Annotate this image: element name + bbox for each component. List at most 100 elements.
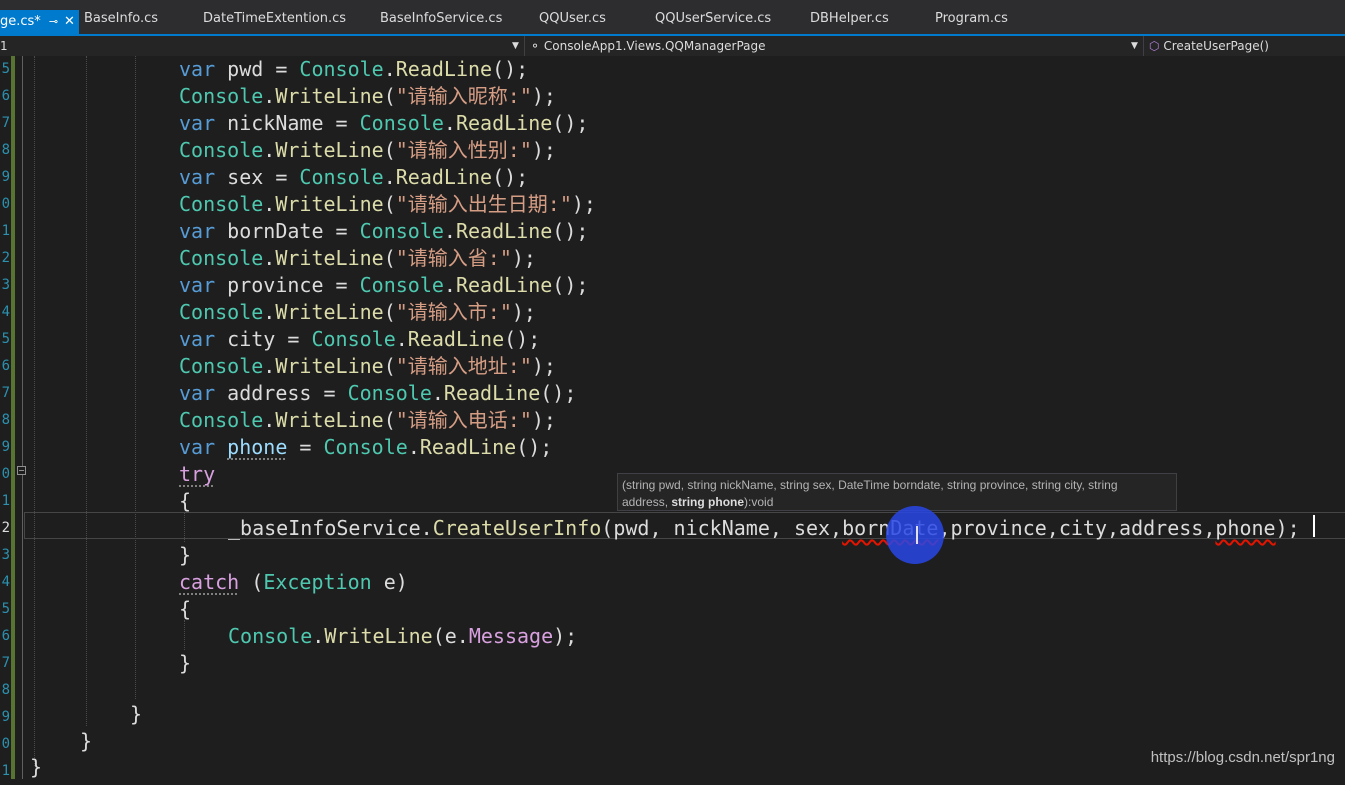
parameter-info-tooltip: (string pwd, string nickName, string sex…	[617, 473, 1177, 511]
code-line: var province = Console.ReadLine();	[179, 272, 588, 299]
code-line: Console.WriteLine("请输入出生日期:");	[179, 191, 596, 218]
tab-datetimeextention[interactable]: DateTimeExtention.cs	[203, 6, 346, 32]
brace: {	[179, 597, 192, 621]
change-indicator	[11, 515, 15, 542]
type-name: Console	[299, 165, 384, 189]
keyword: catch	[179, 570, 240, 594]
type-name: Console	[179, 246, 264, 270]
code-line: Console.WriteLine("请输入电话:");	[179, 407, 556, 434]
type-name: Console	[323, 435, 408, 459]
line-number: 7	[1, 115, 10, 131]
keyword: var	[179, 219, 216, 243]
line-number: 9	[1, 169, 10, 185]
code-line: try	[179, 461, 215, 488]
code-line: }	[130, 701, 142, 728]
tab-qquser[interactable]: QQUser.cs	[539, 6, 606, 32]
property-name: Message	[468, 624, 554, 648]
code-line: var bornDate = Console.ReadLine();	[179, 218, 588, 245]
tab-qqmanagerpage[interactable]: ge.cs* ⊸ ✕	[0, 10, 79, 34]
code-text: (	[383, 354, 396, 378]
brace: }	[80, 729, 93, 753]
tab-label: QQUser.cs	[539, 11, 606, 26]
type-name: Console	[311, 327, 396, 351]
type-name: Console	[179, 84, 264, 108]
tab-qquserservice[interactable]: QQUserService.cs	[655, 6, 771, 32]
code-editor[interactable]: 5 6 7 8 9 0 1 2 3 4 5 6 7 8 9 0 1 2 3 4 …	[0, 56, 1345, 779]
code-line: var city = Console.ReadLine();	[179, 326, 540, 353]
fold-line	[22, 475, 23, 779]
brace: }	[30, 755, 43, 779]
line-number: 2	[1, 250, 10, 266]
code-line: var address = Console.ReadLine();	[179, 380, 576, 407]
code-text: .	[420, 516, 433, 540]
type-name: Console	[347, 381, 432, 405]
code-text: ();	[492, 165, 529, 189]
indent-guide	[86, 56, 87, 726]
class-dropdown[interactable]: ⚬ ConsoleApp1.Views.QQManagerPage	[530, 36, 1142, 56]
code-text: .	[443, 111, 456, 135]
code-text: );	[511, 246, 536, 270]
tab-label: DBHelper.cs	[810, 11, 889, 26]
code-text: );	[553, 624, 578, 648]
member-dropdown[interactable]: ⬡ CreateUserPage()	[1149, 36, 1339, 56]
code-text: sex =	[215, 165, 300, 189]
document-tab-bar: ge.cs* ⊸ ✕ BaseInfo.cs DateTimeExtention.c…	[0, 0, 1345, 36]
keyword: var	[179, 327, 216, 351]
method-name: WriteLine	[275, 354, 384, 378]
divider	[524, 36, 525, 56]
type-name: Console	[179, 192, 264, 216]
collapse-icon[interactable]	[17, 466, 26, 475]
method-name: ReadLine	[455, 111, 553, 135]
code-text: .	[443, 219, 456, 243]
type-name: Console	[228, 624, 313, 648]
line-number: 4	[1, 574, 10, 590]
code-text: pwd =	[215, 57, 300, 81]
close-icon[interactable]: ✕	[64, 14, 75, 29]
tab-program[interactable]: Program.cs	[935, 6, 1008, 32]
pin-icon[interactable]: ⊸	[49, 15, 58, 28]
project-label: 1	[0, 39, 8, 53]
tab-baseinfoservice[interactable]: BaseInfoService.cs	[380, 6, 502, 32]
method-name: ReadLine	[395, 165, 493, 189]
code-text: .	[263, 192, 276, 216]
project-dropdown[interactable]: 1	[0, 36, 522, 56]
chevron-down-icon[interactable]: ▼	[512, 36, 519, 56]
tab-dbhelper[interactable]: DBHelper.cs	[810, 6, 889, 32]
line-number: 0	[1, 736, 10, 752]
line-number: 2	[1, 520, 10, 536]
code-text: );	[531, 84, 556, 108]
code-text: .	[443, 273, 456, 297]
line-number: 7	[1, 655, 10, 671]
tooltip-line: (string pwd, string nickName, string sex…	[622, 478, 1118, 492]
code-line: Console.WriteLine("请输入地址:");	[179, 353, 556, 380]
method-name: ReadLine	[395, 57, 493, 81]
code-text: (	[239, 570, 264, 594]
line-number: 9	[1, 709, 10, 725]
tooltip-line: address, string phone):void	[622, 494, 1172, 511]
string-literal: "请输入电话:"	[395, 408, 532, 432]
indent-guide	[34, 56, 35, 766]
code-text: ();	[504, 327, 541, 351]
navigation-bar: 1 ▼ ⚬ ConsoleApp1.Views.QQManagerPage ▼ …	[0, 36, 1345, 56]
method-name: WriteLine	[275, 408, 384, 432]
ibeam-cursor-icon	[916, 526, 918, 544]
code-text: .	[263, 246, 276, 270]
method-name: ReadLine	[455, 219, 553, 243]
tab-label: BaseInfoService.cs	[380, 11, 503, 26]
brace: {	[179, 489, 192, 513]
code-text: ,province,city,address,	[938, 516, 1216, 540]
argument-with-error: phone	[1215, 516, 1276, 540]
chevron-down-icon[interactable]: ▼	[1131, 36, 1138, 56]
tab-baseinfo[interactable]: BaseInfo.cs	[84, 6, 158, 32]
line-number: 3	[1, 277, 10, 293]
code-text: =	[287, 435, 324, 459]
variable-name: phone	[227, 435, 288, 459]
method-name: WriteLine	[275, 300, 384, 324]
brace: }	[179, 543, 192, 567]
code-line: {	[179, 488, 191, 515]
code-line: }	[80, 728, 92, 755]
class-label: ConsoleApp1.Views.QQManagerPage	[543, 39, 766, 53]
code-text: );	[531, 354, 556, 378]
type-name: Console	[359, 219, 444, 243]
